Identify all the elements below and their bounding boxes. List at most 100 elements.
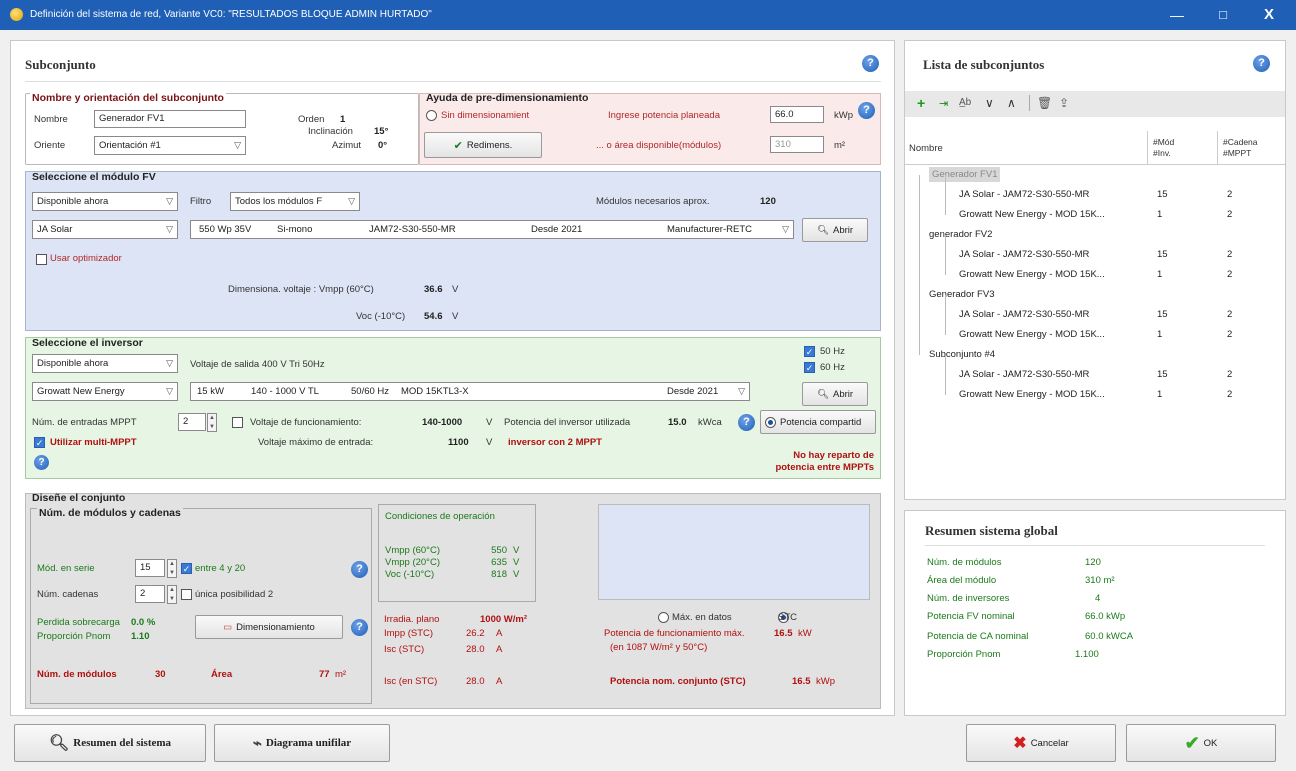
entre-checkbox[interactable]: ✓ xyxy=(181,563,192,574)
tree-row-name: generador FV2 xyxy=(929,229,993,240)
check-icon: ✔ xyxy=(1184,732,1200,753)
cancel-button[interactable]: ✖ Cancelar xyxy=(966,724,1116,762)
inversor-manufacturer-value: Growatt New Energy xyxy=(37,386,125,397)
maximize-button[interactable]: □ xyxy=(1200,0,1246,30)
add-icon[interactable]: + xyxy=(917,95,925,111)
name-input[interactable]: Generador FV1 xyxy=(94,110,246,128)
voc10-unit: V xyxy=(513,569,520,580)
sort-icon[interactable]: A̲b xyxy=(959,97,971,108)
optimizador-checkbox[interactable] xyxy=(36,254,47,265)
predim-help-icon[interactable]: ? xyxy=(858,102,875,119)
search-icon: 🔍︎ xyxy=(48,735,70,752)
tree-row-name: JA Solar - JAM72-S30-550-MR xyxy=(959,369,1090,380)
hz50-checkbox[interactable]: ✓ xyxy=(804,346,815,357)
tree-row[interactable]: JA Solar - JAM72-S30-550-MR 15 2 xyxy=(905,305,1255,325)
vfunc-checkbox[interactable] xyxy=(232,417,243,428)
sum-label: Área del módulo xyxy=(927,575,997,586)
hz60-checkbox[interactable]: ✓ xyxy=(804,362,815,373)
area-total-unit: m² xyxy=(335,669,347,680)
sum-value: 1.100 xyxy=(1075,649,1099,660)
tree-row[interactable]: JA Solar - JAM72-S30-550-MR 15 2 xyxy=(905,185,1255,205)
tree-row[interactable]: generador FV2 xyxy=(905,225,1255,245)
vmpp20-label: Vmpp (20°C) xyxy=(385,557,441,568)
model-power: 550 Wp 35V xyxy=(199,224,252,235)
optimizador-label: Usar optimizador xyxy=(50,253,122,264)
modulos-necesarios-label: Módulos necesarios aprox. xyxy=(596,196,710,207)
tree-row[interactable]: Generador FV1 xyxy=(905,165,1255,185)
ok-button[interactable]: ✔ OK xyxy=(1126,724,1276,762)
tree-row[interactable]: Growatt New Energy - MOD 15K... 1 2 xyxy=(905,385,1255,405)
potencia-label: Ingrese potencia planeada xyxy=(608,110,720,121)
cadenas-spinner[interactable]: ▲ ▼ xyxy=(167,585,177,604)
hz60-label: 60 Hz xyxy=(820,362,845,373)
dimensionamiento-button[interactable]: ▭ Dimensionamiento xyxy=(195,615,343,639)
serie-help-icon[interactable]: ? xyxy=(351,561,368,578)
serie-input[interactable]: 15 xyxy=(135,559,165,577)
modulo-manufacturer-select[interactable]: JA Solar ▽ xyxy=(32,220,178,239)
compartida-button[interactable]: Potencia compartid xyxy=(760,410,876,434)
filtro-select[interactable]: Todos los módulos F ▽ xyxy=(230,192,360,211)
max-datos-radio[interactable] xyxy=(658,612,669,623)
voc-label: Voc (-10°C) xyxy=(356,311,406,322)
close-icon: ✖ xyxy=(1013,735,1027,752)
tree-row[interactable]: JA Solar - JAM72-S30-550-MR 15 2 xyxy=(905,245,1255,265)
orientation-select[interactable]: Orientación #1 ▽ xyxy=(94,136,246,155)
tree-row-cad: 2 xyxy=(1227,389,1233,400)
inversor-group: Seleccione el inversor Disponible ahora ▽… xyxy=(25,337,881,479)
chevron-down-icon: ▽ xyxy=(348,196,355,206)
inversor-model-select[interactable]: 15 kW 140 - 1000 V TL 50/60 Hz MOD 15KTL… xyxy=(190,382,750,401)
name-orientation-group: Nombre y orientación del subconjunto Nom… xyxy=(25,92,419,165)
incl-label: Inclinación xyxy=(308,126,353,137)
orient-label: Oriente xyxy=(34,140,66,151)
move-down-icon[interactable]: ∨ xyxy=(985,96,994,110)
search-icon: 🔍︎ xyxy=(816,224,829,236)
tree-row[interactable]: Subconjunto #4 xyxy=(905,345,1255,365)
title-bar: Definición del sistema de red, Variante … xyxy=(0,0,1296,30)
tree-row-cad: 2 xyxy=(1227,209,1233,220)
vmax-unit: V xyxy=(486,437,493,448)
tree-row[interactable]: JA Solar - JAM72-S30-550-MR 15 2 xyxy=(905,365,1255,385)
modulo-model-select[interactable]: 550 Wp 35V Si-mono JAM72-S30-550-MR Desd… xyxy=(190,220,794,239)
multi-mppt-checkbox[interactable]: ✓ xyxy=(34,437,45,448)
inversor-availability-select[interactable]: Disponible ahora ▽ xyxy=(32,354,178,373)
pot-help-icon[interactable]: ? xyxy=(738,414,755,431)
delete-icon[interactable]: 🗑︎ xyxy=(1037,96,1052,110)
mppt-spinner[interactable]: ▲ ▼ xyxy=(207,413,217,432)
export-icon[interactable]: ⇪ xyxy=(1059,96,1069,110)
inversor-manufacturer-select[interactable]: Growatt New Energy ▽ xyxy=(32,382,178,401)
inversor-abrir-button[interactable]: 🔍︎ Abrir xyxy=(802,382,868,406)
tree-row-mod: 1 xyxy=(1157,329,1163,340)
modulo-availability-select[interactable]: Disponible ahora ▽ xyxy=(32,192,178,211)
sin-dim-radio[interactable] xyxy=(426,110,437,121)
cadenas-input[interactable]: 2 xyxy=(135,585,165,603)
tree-row[interactable]: Growatt New Energy - MOD 15K... 1 2 xyxy=(905,325,1255,345)
diagrama-unifilar-button[interactable]: ⌁ Diagrama unifilar xyxy=(214,724,390,762)
inversor-availability-value: Disponible ahora xyxy=(37,358,109,369)
vmpp20-value: 635 xyxy=(491,557,507,568)
model-since: Desde 2021 xyxy=(531,224,583,235)
lista-help-icon[interactable]: ? xyxy=(1253,55,1270,72)
diseno-group: Diseñe el conjunto Núm. de módulos y cad… xyxy=(25,492,881,709)
tree-row[interactable]: Generador FV3 xyxy=(905,285,1255,305)
unica-checkbox[interactable] xyxy=(181,589,192,600)
multi-help-icon[interactable]: ? xyxy=(34,455,49,470)
dimens-help-icon[interactable]: ? xyxy=(351,619,368,636)
area-input[interactable]: 310 xyxy=(770,136,824,153)
abrir-label: Abrir xyxy=(833,224,854,236)
tree-row[interactable]: Growatt New Energy - MOD 15K... 1 2 xyxy=(905,265,1255,285)
potencia-input[interactable]: 66.0 xyxy=(770,106,824,123)
serie-spinner[interactable]: ▲ ▼ xyxy=(167,559,177,578)
move-up-icon[interactable]: ∧ xyxy=(1007,96,1016,110)
close-button[interactable]: X xyxy=(1246,0,1292,30)
modulo-abrir-button[interactable]: 🔍︎ Abrir xyxy=(802,218,868,242)
mppt-input[interactable]: 2 xyxy=(178,413,206,431)
toolbar-divider xyxy=(1029,95,1030,111)
tree-row[interactable]: Growatt New Energy - MOD 15K... 1 2 xyxy=(905,205,1255,225)
help-icon[interactable]: ? xyxy=(862,55,879,72)
resumen-sistema-button[interactable]: 🔍︎ Resumen del sistema xyxy=(14,724,206,762)
vmpp60-label: Vmpp (60°C) xyxy=(385,545,441,556)
tree-row-name: JA Solar - JAM72-S30-550-MR xyxy=(959,189,1090,200)
minimize-button[interactable]: — xyxy=(1154,0,1200,30)
redimens-button[interactable]: ✔ Redimens. xyxy=(424,132,542,158)
arrow-right-icon[interactable]: ⇥ xyxy=(939,97,948,110)
